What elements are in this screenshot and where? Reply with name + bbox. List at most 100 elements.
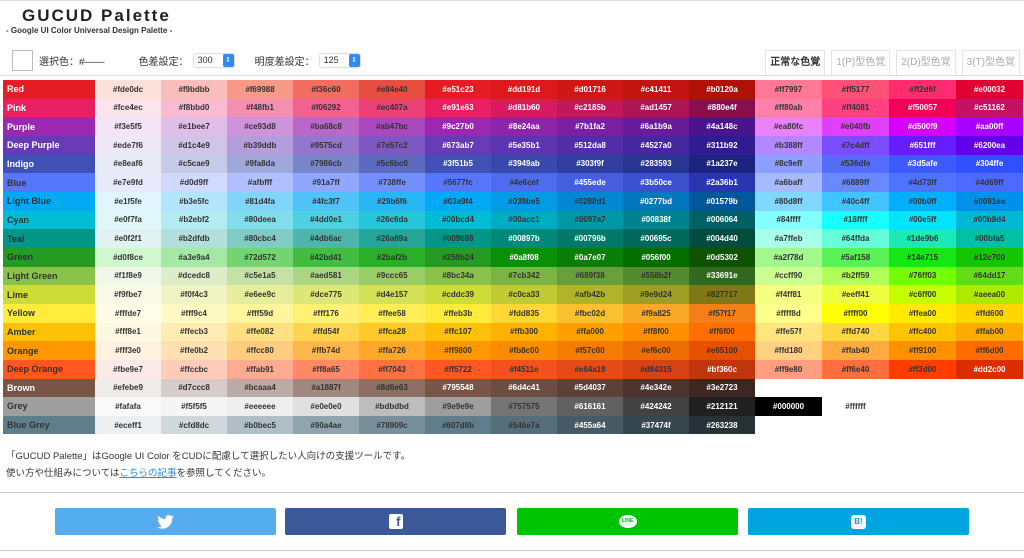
accent-swatch-cell[interactable]: #ffff8d: [755, 303, 822, 323]
accent-swatch-cell[interactable]: #14e715: [889, 247, 956, 267]
color-swatch-cell[interactable]: #00838f: [623, 210, 689, 230]
color-swatch-cell[interactable]: #455ede: [557, 173, 623, 192]
color-swatch-cell[interactable]: #fb8c00: [491, 341, 557, 360]
color-swatch-cell[interactable]: #ffecb3: [161, 322, 227, 342]
color-swatch-cell[interactable]: #b0120a: [689, 80, 755, 99]
color-swatch-cell[interactable]: #dd191d: [491, 80, 557, 99]
color-swatch-cell[interactable]: #056f00: [623, 247, 689, 267]
color-swatch-cell[interactable]: #311b92: [689, 135, 755, 155]
color-swatch-cell[interactable]: #424242: [623, 397, 689, 416]
accent-swatch-cell[interactable]: #aeea00: [956, 285, 1023, 304]
color-swatch-cell[interactable]: #7e57c2: [359, 135, 425, 155]
color-swatch-cell[interactable]: #ef6c00: [623, 341, 689, 360]
color-swatch-cell[interactable]: #fdd835: [491, 303, 557, 323]
color-swatch-cell[interactable]: #e65100: [689, 341, 755, 360]
accent-swatch-cell[interactable]: #e00032: [956, 80, 1023, 99]
color-swatch-cell[interactable]: #ff8f00: [623, 322, 689, 342]
tab-protan[interactable]: 1(P)型色覚: [831, 50, 891, 75]
color-swatch-cell[interactable]: #512da8: [557, 135, 623, 155]
color-swatch-cell[interactable]: #d84315: [623, 359, 689, 379]
color-swatch-cell[interactable]: #f9bdbb: [161, 80, 227, 99]
color-swatch-cell[interactable]: #e0e0e0: [293, 397, 359, 416]
accent-swatch-cell[interactable]: #ffffff: [822, 397, 889, 416]
color-swatch-cell[interactable]: #e0f2f1: [95, 229, 161, 248]
accent-swatch-cell[interactable]: #a7ffeb: [755, 229, 822, 248]
color-swatch-cell[interactable]: #fffde7: [95, 303, 161, 323]
color-swatch-cell[interactable]: #0277bd: [623, 191, 689, 211]
color-diff-select[interactable]: 300 ⇕: [192, 52, 235, 68]
accent-swatch-cell[interactable]: #ea80fc: [755, 117, 822, 136]
accent-swatch-cell[interactable]: #64dd17: [956, 266, 1023, 286]
accent-swatch-cell[interactable]: #ffd600: [956, 303, 1023, 323]
accent-swatch-cell[interactable]: #80d8ff: [755, 191, 822, 211]
color-swatch-cell[interactable]: #9575cd: [293, 135, 359, 155]
accent-swatch-cell[interactable]: #536dfe: [822, 154, 889, 174]
color-swatch-cell[interactable]: #33691e: [689, 266, 755, 286]
color-swatch-cell[interactable]: #d7ccc8: [161, 378, 227, 398]
accent-swatch-cell[interactable]: #c6ff00: [889, 285, 956, 304]
accent-swatch-cell[interactable]: #7c4dff: [822, 135, 889, 155]
color-swatch-cell[interactable]: #00695c: [623, 229, 689, 248]
accent-swatch-cell[interactable]: #ff3d00: [889, 359, 956, 379]
color-swatch-cell[interactable]: #c0ca33: [491, 285, 557, 304]
accent-swatch-cell[interactable]: #8c9eff: [755, 154, 822, 174]
color-swatch-cell[interactable]: #607d8b: [425, 415, 491, 435]
accent-swatch-cell[interactable]: #ff9100: [889, 341, 956, 360]
accent-swatch-cell[interactable]: #ffea00: [889, 303, 956, 323]
color-swatch-cell[interactable]: #f3e5f5: [95, 117, 161, 136]
accent-swatch-cell[interactable]: #40c4ff: [822, 191, 889, 211]
color-swatch-cell[interactable]: #3f51b5: [425, 154, 491, 174]
accent-swatch-cell[interactable]: #ffff00: [822, 303, 889, 323]
accent-swatch-cell[interactable]: #84ffff: [755, 210, 822, 230]
accent-swatch-cell[interactable]: #ffab00: [956, 322, 1023, 342]
accent-swatch-cell[interactable]: #0091ea: [956, 191, 1023, 211]
color-swatch-cell[interactable]: #26a69a: [359, 229, 425, 248]
tab-tritan[interactable]: 3(T)型色覚: [961, 50, 1020, 75]
accent-swatch-cell[interactable]: #ff9e80: [755, 359, 822, 379]
color-swatch-cell[interactable]: #7b1fa2: [557, 117, 623, 136]
color-swatch-cell[interactable]: #0097a7: [557, 210, 623, 230]
color-swatch-cell[interactable]: #fff59d: [227, 303, 293, 323]
color-swatch-cell[interactable]: #26c6da: [359, 210, 425, 230]
color-swatch-cell[interactable]: #738ffe: [359, 173, 425, 192]
color-swatch-cell[interactable]: #fbe9e7: [95, 359, 161, 379]
color-swatch-cell[interactable]: #ffa726: [359, 341, 425, 360]
color-swatch-cell[interactable]: #5c6bc0: [359, 154, 425, 174]
color-swatch-cell[interactable]: #37474f: [623, 415, 689, 435]
color-swatch-cell[interactable]: #b2dfdb: [161, 229, 227, 248]
accent-swatch-cell[interactable]: #ff4081: [822, 98, 889, 118]
color-swatch-cell[interactable]: #ffab91: [227, 359, 293, 379]
color-swatch-cell[interactable]: #f57c00: [557, 341, 623, 360]
color-swatch-cell[interactable]: #00acc1: [491, 210, 557, 230]
color-swatch-cell[interactable]: #fff9c4: [161, 303, 227, 323]
color-swatch-cell[interactable]: #d4e157: [359, 285, 425, 304]
color-swatch-cell[interactable]: #fff3e0: [95, 341, 161, 360]
color-swatch-cell[interactable]: #558b2f: [623, 266, 689, 286]
color-swatch-cell[interactable]: #e84e40: [359, 80, 425, 99]
color-swatch-cell[interactable]: #3b50ce: [623, 173, 689, 192]
accent-swatch-cell[interactable]: #ff6d00: [956, 341, 1023, 360]
color-swatch-cell[interactable]: #b2ebf2: [161, 210, 227, 230]
color-swatch-cell[interactable]: #ec407a: [359, 98, 425, 118]
color-swatch-cell[interactable]: #ffe082: [227, 322, 293, 342]
color-swatch-cell[interactable]: #7cb342: [491, 266, 557, 286]
accent-swatch-cell[interactable]: #b2ff59: [822, 266, 889, 286]
color-swatch-cell[interactable]: #9e9e9e: [425, 397, 491, 416]
color-swatch-cell[interactable]: #5e35b1: [491, 135, 557, 155]
color-swatch-cell[interactable]: #f5f5f5: [161, 397, 227, 416]
color-swatch-cell[interactable]: #212121: [689, 397, 755, 416]
color-swatch-cell[interactable]: #546e7a: [491, 415, 557, 435]
accent-swatch-cell[interactable]: #3d5afe: [889, 154, 956, 174]
color-swatch-cell[interactable]: #a3e9a4: [161, 247, 227, 267]
color-swatch-cell[interactable]: #d0f8ce: [95, 247, 161, 267]
color-swatch-cell[interactable]: #259b24: [425, 247, 491, 267]
color-swatch-cell[interactable]: #42bd41: [293, 247, 359, 267]
color-swatch-cell[interactable]: #689f38: [557, 266, 623, 286]
color-swatch-cell[interactable]: #03a9f4: [425, 191, 491, 211]
color-swatch-cell[interactable]: #ffccbc: [161, 359, 227, 379]
color-swatch-cell[interactable]: #29b6f6: [359, 191, 425, 211]
color-swatch-cell[interactable]: #e64a19: [557, 359, 623, 379]
color-swatch-cell[interactable]: #0288d1: [557, 191, 623, 211]
color-swatch-cell[interactable]: #aed581: [293, 266, 359, 286]
color-swatch-cell[interactable]: #e8eaf6: [95, 154, 161, 174]
